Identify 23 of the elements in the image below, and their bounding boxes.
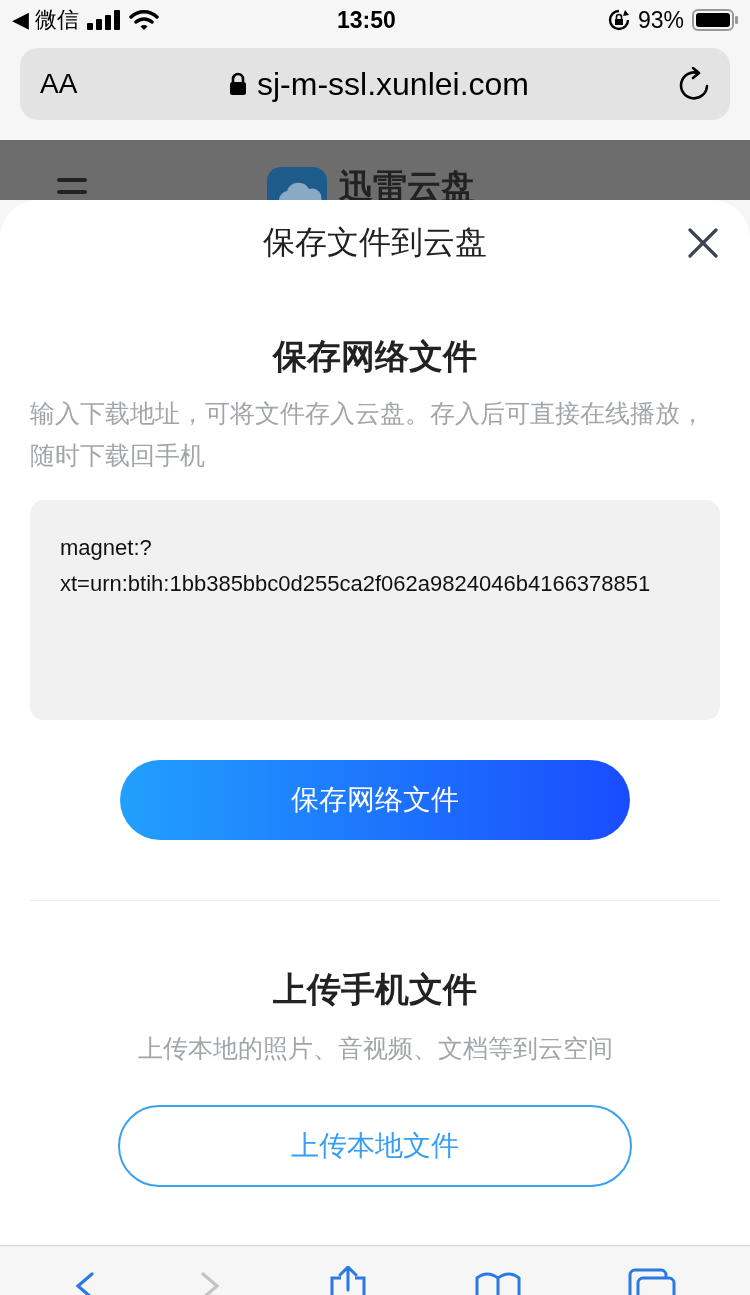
section-description: 上传本地的照片、音视频、文档等到云空间 — [136, 1033, 614, 1064]
sheet-title: 保存文件到云盘 — [263, 223, 487, 262]
link-input-field[interactable]: magnet:?xt=urn:btih:1bb385bbc0d255ca2f062a9824046b4166378851 — [30, 500, 720, 720]
text-size-button[interactable]: AA — [40, 68, 80, 100]
battery-percent: 93% — [637, 6, 684, 34]
signal-icon — [87, 10, 122, 30]
lock-icon — [229, 72, 247, 96]
battery-icon — [692, 9, 738, 31]
reload-icon[interactable] — [678, 67, 710, 101]
tabs-icon[interactable] — [628, 1268, 677, 1295]
section-heading: 上传手机文件 — [273, 969, 477, 1010]
section-description: 输入下载地址，可将文件存入云盘。存入后可直接在线播放，随时下载回手机 — [30, 398, 706, 471]
wifi-icon — [129, 9, 160, 31]
save-link-button[interactable]: 保存网络文件 — [120, 760, 630, 840]
book-icon[interactable] — [475, 1270, 522, 1295]
clock-time: 13:50 — [337, 6, 396, 34]
section-heading: 保存网络文件 — [273, 336, 477, 377]
close-icon[interactable] — [688, 228, 718, 258]
back-icon[interactable] — [73, 1272, 94, 1295]
back-to-app-link[interactable]: ◀ 微信 — [12, 5, 80, 35]
rotation-lock-icon — [607, 9, 630, 31]
address-bar[interactable]: AA sj-m-ssl.xunlei.com — [20, 48, 730, 120]
url-text: sj-m-ssl.xunlei.com — [257, 65, 529, 103]
